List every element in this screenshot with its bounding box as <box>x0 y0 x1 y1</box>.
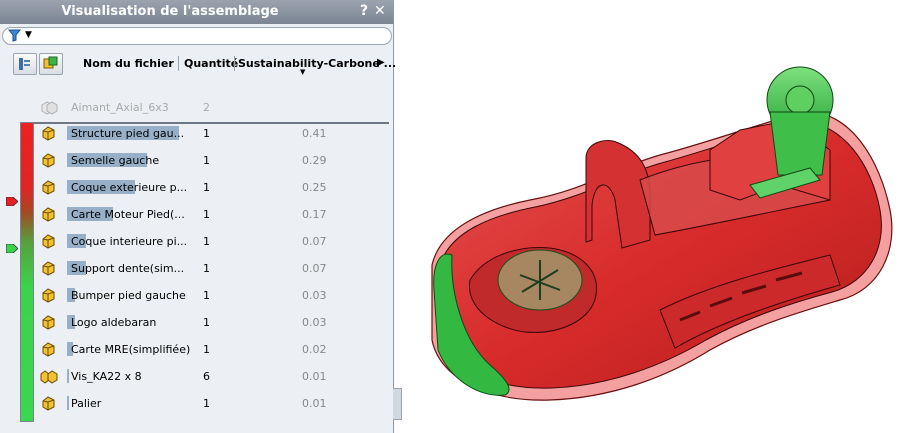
list-item[interactable]: Coque exterieure p... 1 0.25 <box>0 174 390 200</box>
filter-input[interactable]: ▼ <box>2 27 392 45</box>
list-item-quantity: 1 <box>203 343 210 356</box>
list-item-carbon-value: 0.01 <box>302 397 327 410</box>
list-item-carbon-value: 0.07 <box>302 262 327 275</box>
list-item-carbon-value: 0.03 <box>302 316 327 329</box>
list-item-quantity: 1 <box>203 208 210 221</box>
close-button[interactable]: ✕ <box>374 3 386 19</box>
list-item-name: Coque exterieure p... <box>71 181 188 194</box>
panel-titlebar: Visualisation de l'assemblage ? ✕ <box>0 0 393 24</box>
panel-title: Visualisation de l'assemblage <box>61 4 279 19</box>
filter-dropdown-icon[interactable]: ▼ <box>25 30 32 40</box>
list-item-carbon-value: 0.03 <box>302 289 327 302</box>
part-icon <box>42 342 55 357</box>
list-item-name: Vis_KA22 x 8 <box>71 370 142 383</box>
list-item[interactable]: Carte MRE(simplifiée) 1 0.02 <box>0 336 390 362</box>
multi-part-icon <box>40 370 58 384</box>
list-item-top[interactable]: Aimant_Axial_6x3 2 <box>0 94 390 120</box>
list-item-name: Support dente(sim... <box>71 262 185 275</box>
list-item-carbon-value: 0.17 <box>302 208 327 221</box>
list-item-quantity: 2 <box>203 101 210 114</box>
part-icon <box>42 234 55 249</box>
list-item[interactable]: Palier 1 0.01 <box>0 390 390 416</box>
list-item-carbon-value: 0.41 <box>302 127 327 140</box>
list-item-name: Aimant_Axial_6x3 <box>71 101 169 114</box>
part-icon <box>42 207 55 222</box>
part-icon <box>42 315 55 330</box>
part-icon <box>42 288 55 303</box>
assembly-icon <box>41 101 58 115</box>
filter-icon[interactable] <box>8 29 21 42</box>
list-item-quantity: 6 <box>203 370 210 383</box>
list-item-name: Logo aldebaran <box>71 316 157 329</box>
assembly-visualization-panel: Visualisation de l'assemblage ? ✕ ▼ Nom … <box>0 0 396 433</box>
list-item[interactable]: Vis_KA22 x 8 6 0.01 <box>0 363 390 389</box>
impact-bar <box>67 369 69 383</box>
list-item[interactable]: Coque interieure pi... 1 0.07 <box>0 228 390 254</box>
list-item-name: Carte MRE(simplifiée) <box>71 343 191 356</box>
part-icon <box>42 153 55 168</box>
impact-bar <box>67 396 69 410</box>
part-icon <box>42 126 55 141</box>
list-item-carbon-value: 0.29 <box>302 154 327 167</box>
list-item-quantity: 1 <box>203 235 210 248</box>
3d-model-viewport[interactable] <box>410 50 915 420</box>
assembly-view-button[interactable] <box>39 53 63 75</box>
list-item-quantity: 1 <box>203 397 210 410</box>
scroll-right-icon[interactable]: ▶ <box>377 57 385 68</box>
part-icon <box>42 180 55 195</box>
list-item[interactable]: Support dente(sim... 1 0.07 <box>0 255 390 281</box>
list-item-name: Coque interieure pi... <box>71 235 188 248</box>
help-button[interactable]: ? <box>360 3 368 19</box>
part-icon <box>42 396 55 411</box>
list-item[interactable]: Carte Moteur Pied(... 1 0.17 <box>0 201 390 227</box>
list-item-name: Carte Moteur Pied(... <box>71 208 185 221</box>
assembly-view-icon <box>43 56 58 69</box>
column-sustainability-header[interactable]: Sustainability-Carbone ... <box>238 57 396 70</box>
list-item-name: Structure pied gau... <box>71 127 185 140</box>
column-header-row: Nom du fichier Quantité Sustainability-C… <box>0 50 396 78</box>
list-item[interactable]: Semelle gauche 1 0.29 <box>0 147 390 173</box>
list-item-carbon-value: 0.02 <box>302 343 327 356</box>
list-item-carbon-value: 0.01 <box>302 370 327 383</box>
column-quantity-header[interactable]: Quantité <box>184 57 238 70</box>
sort-desc-icon: ▼ <box>300 68 306 76</box>
list-item[interactable]: Structure pied gau... 1 0.41 <box>0 120 390 146</box>
list-item-quantity: 1 <box>203 289 210 302</box>
part-icon <box>42 261 55 276</box>
list-view-icon <box>19 58 30 70</box>
list-item-quantity: 1 <box>203 181 210 194</box>
list-view-button[interactable] <box>13 53 37 75</box>
list-item-quantity: 1 <box>203 262 210 275</box>
panel-resize-handle[interactable] <box>393 388 402 420</box>
list-item-quantity: 1 <box>203 154 210 167</box>
list-item[interactable]: Logo aldebaran 1 0.03 <box>0 309 390 335</box>
list-item-name: Semelle gauche <box>71 154 160 167</box>
column-name-header[interactable]: Nom du fichier <box>83 57 174 70</box>
list-item-name: Palier <box>71 397 102 410</box>
list-item-quantity: 1 <box>203 127 210 140</box>
list-item-carbon-value: 0.25 <box>302 181 327 194</box>
list-item-carbon-value: 0.07 <box>302 235 327 248</box>
list-item-name: Bumper pied gauche <box>71 289 186 302</box>
list-item[interactable]: Bumper pied gauche 1 0.03 <box>0 282 390 308</box>
list-item-quantity: 1 <box>203 316 210 329</box>
